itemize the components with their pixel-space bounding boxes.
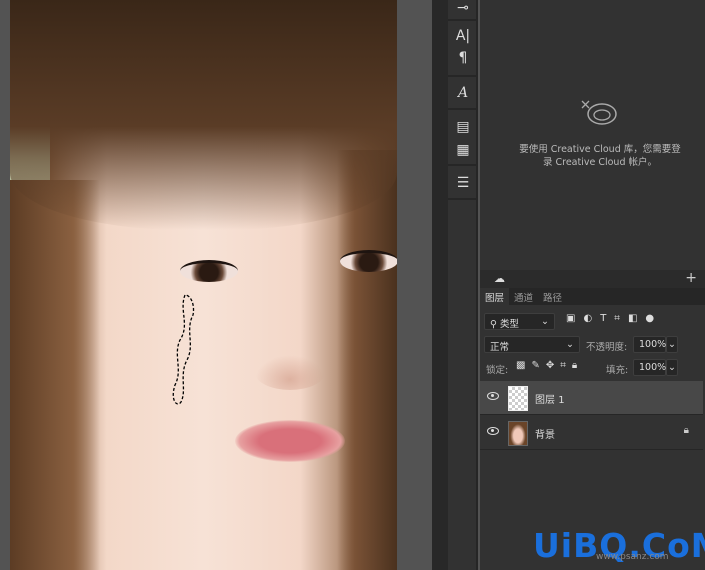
smart-object-filter-icon[interactable]: ◧ xyxy=(628,313,645,324)
photo-nose xyxy=(255,355,325,390)
lock-artboard-icon[interactable]: ⌗ xyxy=(560,360,572,371)
divider xyxy=(448,198,478,200)
filter-label: 类型 xyxy=(500,319,520,330)
layer-row[interactable]: 图层 1 xyxy=(480,381,703,415)
chevron-down-icon: ⌄ xyxy=(566,339,574,350)
fill-input[interactable]: 100% xyxy=(633,359,666,376)
lock-icons: ▩✎✥⌗🔒︎ xyxy=(516,360,583,371)
right-panel: 要使用 Creative Cloud 库，您需要登 录 Creative Clo… xyxy=(480,0,705,570)
divider xyxy=(448,108,478,110)
canvas-gutter xyxy=(397,0,432,570)
message-line: 要使用 Creative Cloud 库，您需要登 xyxy=(519,144,681,155)
panel-divider[interactable] xyxy=(432,0,448,570)
photo-eye-right xyxy=(340,250,397,272)
layer-name[interactable]: 背景 xyxy=(535,426,555,441)
adjustment-filter-icon[interactable]: ◐ xyxy=(583,313,600,324)
fill-dropdown[interactable]: ⌄ xyxy=(666,359,678,376)
tear-selection-marquee xyxy=(172,294,195,405)
layout-icon[interactable]: ▤ xyxy=(448,119,478,135)
opacity-label: 不透明度: xyxy=(586,342,628,353)
document-canvas[interactable] xyxy=(10,0,397,570)
lock-image-icon[interactable]: ✎ xyxy=(531,360,545,371)
paragraph-icon[interactable]: ¶ xyxy=(448,50,478,66)
properties-icon[interactable]: ☰ xyxy=(448,175,478,191)
tab-layers[interactable]: 图层 xyxy=(480,288,510,305)
type-filter-icon[interactable]: T xyxy=(600,313,614,324)
creative-cloud-icon xyxy=(581,100,617,125)
divider xyxy=(448,164,478,166)
layer-row[interactable]: 背景 🔒︎ xyxy=(480,416,703,450)
photo-hair-left xyxy=(10,180,100,570)
opacity-dropdown[interactable]: ⌄ xyxy=(666,336,678,353)
character-icon[interactable]: A| xyxy=(448,28,478,44)
cloud-sync-icon[interactable]: ☁ xyxy=(494,272,505,285)
tab-channels[interactable]: 通道 xyxy=(509,288,538,305)
photo-eye-left xyxy=(180,260,238,282)
layer-name[interactable]: 图层 1 xyxy=(535,391,565,406)
chevron-down-icon: ⌄ xyxy=(541,316,549,327)
lock-transparency-icon[interactable]: ▩ xyxy=(516,360,531,371)
blend-mode-select[interactable]: 正常 ⌄ xyxy=(484,336,580,353)
lock-position-icon[interactable]: ✥ xyxy=(546,360,560,371)
visibility-eye-icon[interactable] xyxy=(487,392,499,400)
divider xyxy=(448,19,478,21)
adjust-sliders-icon[interactable]: ⊸ xyxy=(448,0,478,16)
fill-label: 填充: xyxy=(606,365,629,376)
message-line: 录 Creative Cloud 帐户。 xyxy=(542,157,658,168)
blend-mode-value: 正常 xyxy=(490,342,510,353)
tab-paths[interactable]: 路径 xyxy=(538,288,567,305)
watermark-url: www.psanz.com xyxy=(596,552,669,562)
notes-icon[interactable]: ▦ xyxy=(448,142,478,158)
libraries-login-message: 要使用 Creative Cloud 库，您需要登 录 Creative Clo… xyxy=(510,143,690,169)
layer-thumbnail xyxy=(508,386,528,411)
photo-lips xyxy=(235,420,345,462)
add-icon[interactable]: + xyxy=(685,270,697,286)
search-icon: ⚲ xyxy=(490,319,497,330)
filter-toggle[interactable]: ● xyxy=(645,313,662,324)
layer-filter-select[interactable]: ⚲ 类型 ⌄ xyxy=(484,313,555,330)
layer-thumbnail xyxy=(508,421,528,446)
visibility-eye-icon[interactable] xyxy=(487,427,499,435)
opacity-input[interactable]: 100% xyxy=(633,336,666,353)
lock-label: 锁定: xyxy=(486,365,509,376)
pixel-filter-icon[interactable]: ▣ xyxy=(566,313,583,324)
filter-icons: ▣◐T⌗◧● xyxy=(566,313,662,324)
layers-panel-header: ☁ + xyxy=(480,270,705,288)
lock-all-icon[interactable]: 🔒︎ xyxy=(572,360,583,371)
divider xyxy=(448,75,478,77)
layers-tabs: 图层 通道 路径 xyxy=(480,288,705,305)
glyphs-icon[interactable]: A xyxy=(448,85,478,101)
collapsed-panel-icons: ⊸ A| ¶ A ▤ ▦ ☰ xyxy=(448,0,478,570)
photo-hair-top xyxy=(10,0,397,230)
shape-filter-icon[interactable]: ⌗ xyxy=(614,313,628,324)
lock-icon: 🔒︎ xyxy=(683,425,689,436)
